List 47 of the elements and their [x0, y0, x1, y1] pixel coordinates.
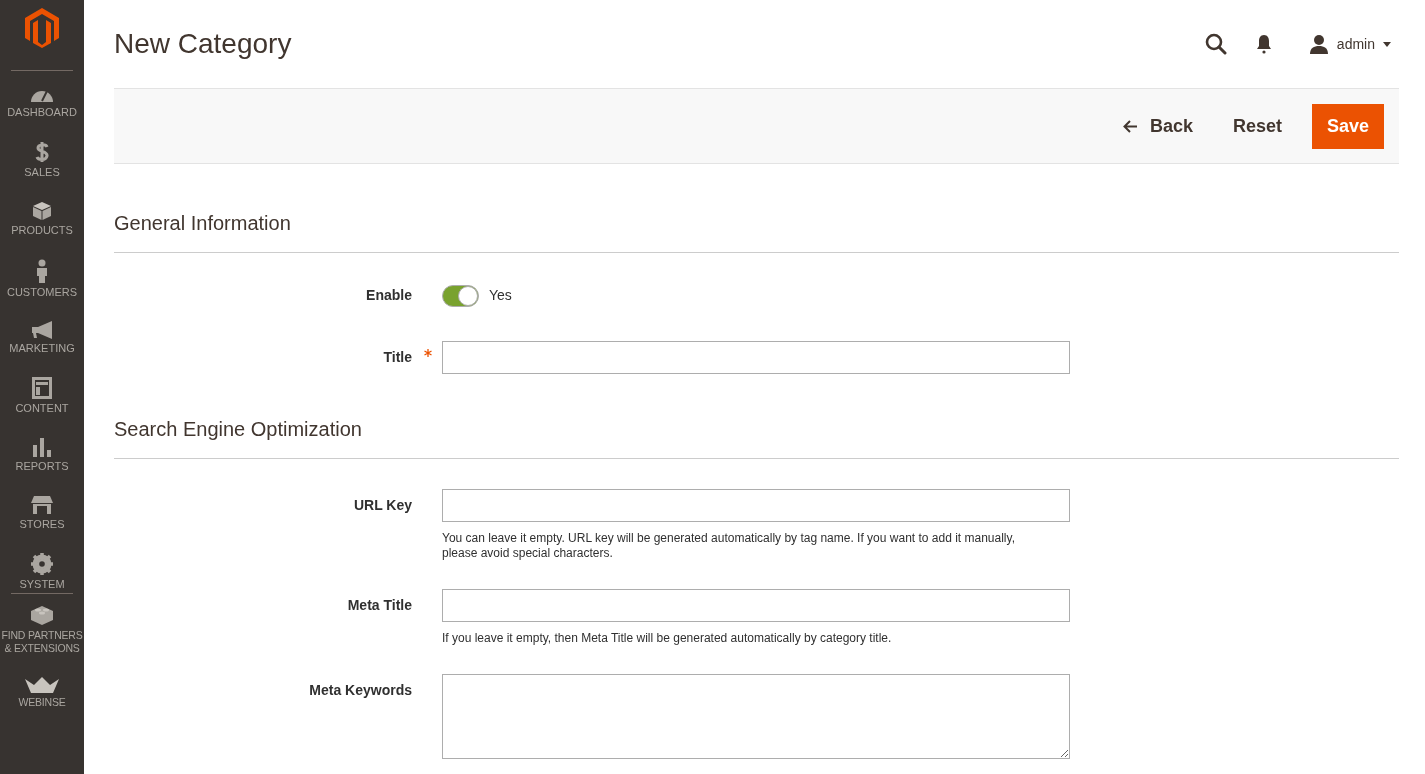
page-title: New Category	[114, 27, 293, 61]
save-button[interactable]: Save	[1312, 103, 1384, 149]
sidebar-item[interactable]: PRODUCTS	[0, 201, 84, 237]
sidebar-item[interactable]: MARKETING	[0, 321, 84, 355]
back-button[interactable]: Back	[1122, 112, 1193, 140]
textarea-field[interactable]	[442, 674, 1070, 759]
input-field[interactable]	[442, 341, 1070, 374]
arrow-left-icon	[1122, 119, 1138, 133]
user-icon	[1308, 34, 1329, 54]
sidebar-item[interactable]: WEBINSE	[0, 677, 84, 709]
bar-chart-icon	[32, 437, 52, 457]
crown-icon	[25, 677, 59, 693]
section-title: Search Engine Optimization	[114, 414, 1399, 459]
dollar-icon	[35, 141, 49, 163]
field-label: URL Key	[353, 496, 412, 515]
sidebar-item[interactable]: REPORTS	[0, 437, 84, 473]
field-label: Enable	[366, 286, 412, 305]
person-icon	[36, 259, 48, 283]
sidebar-item[interactable]: CONTENT	[0, 377, 84, 415]
field-label: Meta Title	[347, 596, 412, 615]
bell-icon[interactable]	[1254, 34, 1273, 54]
field-label: Title	[383, 348, 412, 367]
caret-icon	[1383, 41, 1391, 47]
toggle-switch[interactable]	[442, 284, 479, 307]
search-icon[interactable]	[1204, 33, 1227, 55]
field-note: You can leave it empty. URL key will be generated automatically by tag name. If you want to add it manually, please avoid special characters.	[442, 531, 1016, 561]
gear-icon	[31, 553, 53, 575]
box-icon	[32, 201, 52, 221]
input-field[interactable]	[442, 589, 1070, 622]
sidebar-item[interactable]: SALES	[0, 141, 84, 179]
user-menu[interactable]: admin	[1308, 33, 1391, 55]
field-label: Meta Keywords	[309, 681, 412, 700]
logo-icon	[25, 8, 59, 48]
brick-icon	[30, 604, 54, 626]
sidebar-item[interactable]: DASHBOARD	[0, 85, 84, 119]
sidebar-item[interactable]: CUSTOMERS	[0, 259, 84, 299]
toggle-label: Yes	[489, 286, 512, 305]
section-title: General Information	[114, 208, 1399, 253]
sidebar-item[interactable]: FIND PARTNERS & EXTENSIONS	[0, 604, 84, 655]
layout-icon	[32, 377, 52, 399]
storefront-icon	[30, 495, 54, 515]
input-field[interactable]	[442, 489, 1070, 522]
sidebar-item[interactable]: SYSTEM	[0, 553, 84, 591]
megaphone-icon	[31, 321, 53, 339]
field-note: If you leave it empty, then Meta Title will be generated automatically by category title.	[442, 631, 893, 646]
reset-button[interactable]: Reset	[1232, 112, 1282, 140]
sidebar-item[interactable]: STORES	[0, 495, 84, 531]
